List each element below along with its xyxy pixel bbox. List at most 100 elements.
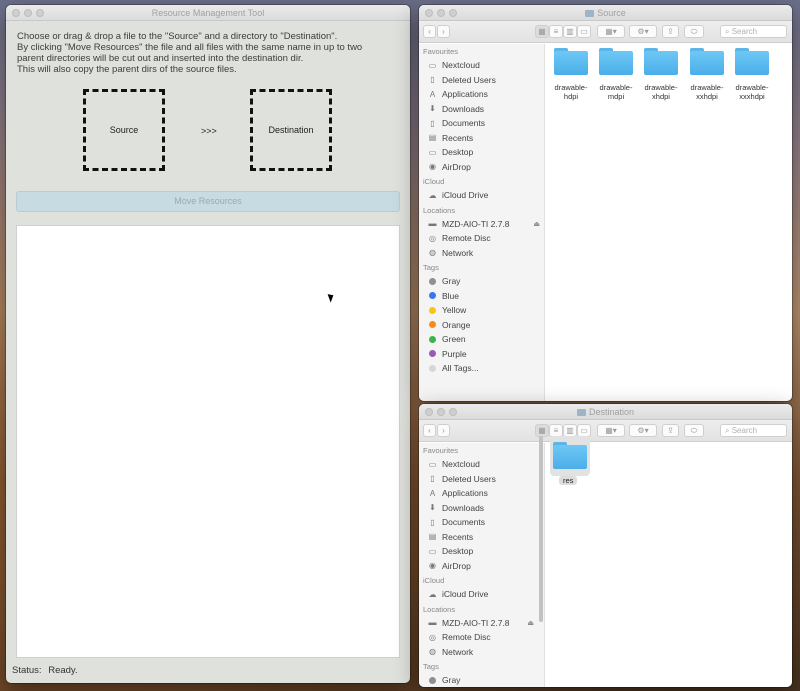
- sidebar-tag-purple[interactable]: Purple: [419, 347, 544, 362]
- sidebar-item-documents[interactable]: ▯ Documents: [419, 515, 544, 530]
- sidebar-scrollbar[interactable]: [539, 436, 543, 622]
- icon-view-button[interactable]: ▦: [535, 424, 549, 437]
- folder-label[interactable]: drawable-hdpi: [547, 83, 595, 101]
- minimize-button[interactable]: [24, 9, 32, 17]
- instructions: Choose or drag & drop a file to the "Sou…: [6, 21, 410, 75]
- icon-view-button[interactable]: ▦: [535, 25, 549, 38]
- sidebar-item-deleted-users[interactable]: ▯ Deleted Users: [419, 472, 544, 487]
- column-view-button[interactable]: ▥: [563, 25, 577, 38]
- sidebar-item-applications[interactable]: A Applications: [419, 87, 544, 102]
- sidebar-tag-all[interactable]: All Tags...: [419, 361, 544, 376]
- folder-label[interactable]: drawable-xhdpi: [637, 83, 685, 101]
- gallery-view-button[interactable]: ▭: [577, 25, 591, 38]
- search-input[interactable]: ⌕ Search: [720, 424, 787, 437]
- instruction-line: parent directories will be cut out and i…: [17, 53, 304, 64]
- list-icon: ≡: [553, 426, 559, 435]
- sidebar-item-mzd-aio[interactable]: ▬ MZD-AIO-TI 2.7.8 ⏏: [419, 217, 544, 232]
- close-button[interactable]: [425, 9, 433, 17]
- group-button[interactable]: ▦▾: [597, 25, 625, 38]
- sidebar-item-network[interactable]: ◍ Network: [419, 645, 544, 660]
- sidebar-item-mzd-aio[interactable]: ▬ MZD-AIO-TI 2.7.8 ⏏: [419, 616, 544, 631]
- sidebar-item-icloud-drive[interactable]: ☁ iCloud Drive: [419, 188, 544, 203]
- sidebar-item-label: Recents: [442, 531, 474, 542]
- disc-icon: ◎: [429, 233, 436, 243]
- sidebar-item-nextcloud[interactable]: ▭ Nextcloud: [419, 58, 544, 73]
- forward-button[interactable]: ›: [437, 25, 450, 38]
- group-button[interactable]: ▦▾: [597, 424, 625, 437]
- sidebar-item-airdrop[interactable]: ◉ AirDrop: [419, 559, 544, 574]
- globe-icon: ◍: [429, 248, 436, 258]
- zoom-button[interactable]: [449, 408, 457, 416]
- section-tags: Tags: [423, 662, 439, 671]
- folder-icon[interactable]: [735, 48, 769, 75]
- share-button[interactable]: ⇪: [662, 25, 679, 38]
- sidebar-item-downloads[interactable]: ⬇ Downloads: [419, 501, 544, 516]
- forward-button[interactable]: ›: [437, 424, 450, 437]
- sidebar-item-network[interactable]: ◍ Network: [419, 246, 544, 261]
- source-drop-zone[interactable]: Source: [83, 89, 165, 171]
- sidebar-item-documents[interactable]: ▯ Documents: [419, 116, 544, 131]
- desktop-icon: ▭: [428, 147, 437, 157]
- close-button[interactable]: [425, 408, 433, 416]
- sidebar-item-label: Remote Disc: [442, 632, 491, 643]
- sidebar-tag-gray[interactable]: Gray: [419, 274, 544, 289]
- document-icon: ▯: [430, 75, 435, 85]
- sidebar-tag-gray[interactable]: Gray: [419, 673, 544, 687]
- folder-label[interactable]: drawable-mdpi: [592, 83, 640, 101]
- folder-icon[interactable]: [553, 442, 587, 469]
- window-title: Resource Management Tool: [151, 8, 265, 18]
- sidebar-tag-orange[interactable]: Orange: [419, 318, 544, 333]
- sidebar-item-recents[interactable]: ▤ Recents: [419, 530, 544, 545]
- document-icon: ▯: [430, 517, 435, 527]
- folder-label[interactable]: drawable-xxhdpi: [683, 83, 731, 101]
- action-button[interactable]: ⚙▾: [629, 25, 657, 38]
- folder-icon[interactable]: [690, 48, 724, 75]
- tags-button[interactable]: ⬭: [684, 25, 704, 38]
- folder-label[interactable]: drawable-xxxhdpi: [728, 83, 776, 101]
- tag-dot-icon: [429, 306, 436, 314]
- zoom-button[interactable]: [36, 9, 44, 17]
- sidebar-item-deleted-users[interactable]: ▯ Deleted Users: [419, 73, 544, 88]
- finder-toolbar: ‹ › ▦ ≡ ▥ ▭ ▦▾ ⚙▾ ⇪ ⬭ ⌕ Search: [419, 420, 792, 442]
- sidebar-item-desktop[interactable]: ▭ Desktop: [419, 544, 544, 559]
- zoom-button[interactable]: [449, 9, 457, 17]
- eject-icon[interactable]: ⏏: [533, 220, 540, 228]
- sidebar-item-label: Gray: [442, 276, 461, 287]
- search-input[interactable]: ⌕ Search: [720, 25, 787, 38]
- folder-icon[interactable]: [644, 48, 678, 75]
- sidebar-item-nextcloud[interactable]: ▭ Nextcloud: [419, 457, 544, 472]
- folder-icon[interactable]: [599, 48, 633, 75]
- folder-label[interactable]: res: [559, 476, 578, 485]
- sidebar-item-recents[interactable]: ▤ Recents: [419, 131, 544, 146]
- back-button[interactable]: ‹: [423, 25, 436, 38]
- sidebar-item-label: Applications: [442, 89, 488, 100]
- list-view-button[interactable]: ≡: [549, 25, 563, 38]
- section-icloud: iCloud: [423, 177, 445, 186]
- sidebar-item-airdrop[interactable]: ◉ AirDrop: [419, 160, 544, 175]
- sidebar-item-label: iCloud Drive: [442, 190, 489, 201]
- sidebar-tag-green[interactable]: Green: [419, 332, 544, 347]
- eject-icon[interactable]: ⏏: [527, 619, 534, 627]
- share-icon: ⇪: [667, 27, 674, 36]
- close-button[interactable]: [12, 9, 20, 17]
- sidebar-item-applications[interactable]: A Applications: [419, 486, 544, 501]
- sidebar-item-desktop[interactable]: ▭ Desktop: [419, 145, 544, 160]
- sidebar-item-remote-disc[interactable]: ◎ Remote Disc: [419, 630, 544, 645]
- columns-icon: ▥: [566, 27, 574, 36]
- move-resources-button[interactable]: Move Resources: [16, 191, 400, 212]
- minimize-button[interactable]: [437, 408, 445, 416]
- tags-button[interactable]: ⬭: [684, 424, 704, 437]
- sidebar-item-icloud-drive[interactable]: ☁ iCloud Drive: [419, 587, 544, 602]
- sidebar-tag-blue[interactable]: Blue: [419, 289, 544, 304]
- folder-icon[interactable]: [554, 48, 588, 75]
- instruction-line: By clicking "Move Resources" the file an…: [17, 42, 363, 53]
- sidebar-item-downloads[interactable]: ⬇ Downloads: [419, 102, 544, 117]
- destination-drop-zone[interactable]: Destination: [250, 89, 332, 171]
- log-output-area[interactable]: [16, 225, 400, 658]
- sidebar-tag-yellow[interactable]: Yellow: [419, 303, 544, 318]
- sidebar-item-remote-disc[interactable]: ◎ Remote Disc: [419, 231, 544, 246]
- minimize-button[interactable]: [437, 9, 445, 17]
- back-button[interactable]: ‹: [423, 424, 436, 437]
- action-button[interactable]: ⚙▾: [629, 424, 657, 437]
- share-button[interactable]: ⇪: [662, 424, 679, 437]
